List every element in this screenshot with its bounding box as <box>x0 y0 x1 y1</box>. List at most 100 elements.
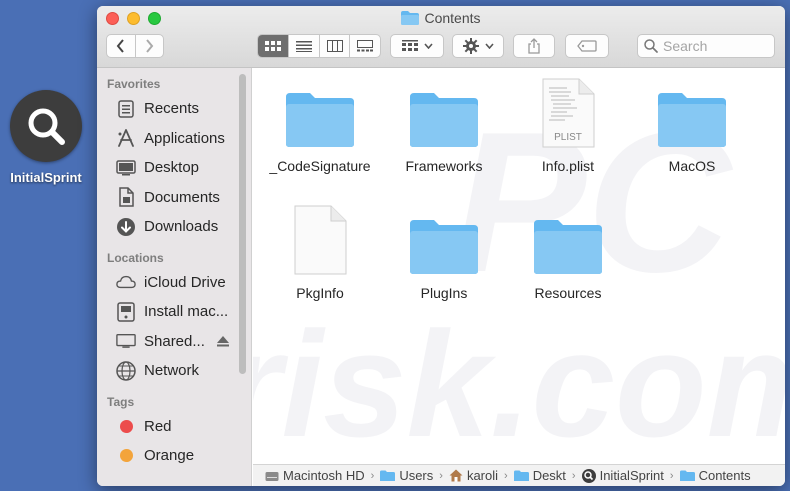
file-item-pkginfo[interactable]: PkgInfo <box>258 201 382 301</box>
path-crumb-label: Contents <box>698 468 751 483</box>
desktop-icon <box>116 158 136 178</box>
share-icon <box>528 38 540 54</box>
sidebar-item-label: Applications <box>144 129 225 147</box>
sidebar-item-label: Red <box>144 417 172 435</box>
group-grid-icon <box>401 40 418 51</box>
file-item-plugins[interactable]: PlugIns <box>382 201 506 301</box>
file-item-codesignature[interactable]: _CodeSignature <box>258 74 382 174</box>
file-name: PkgInfo <box>296 285 344 301</box>
file-name: MacOS <box>668 158 716 174</box>
icon-view-button[interactable] <box>258 35 289 57</box>
group-by-button[interactable] <box>390 34 444 58</box>
tag-icon <box>577 40 597 52</box>
sidebar-item-recents[interactable]: Recents <box>97 94 251 124</box>
sidebar-item-label: Orange <box>144 447 195 465</box>
gallery-view-button[interactable] <box>349 35 380 57</box>
file-name: PlugIns <box>420 285 468 301</box>
sidebar-item-install-mac[interactable]: Install mac... <box>97 297 251 327</box>
sidebar-scrollbar[interactable] <box>239 74 246 374</box>
window-title-text: Contents <box>424 10 481 26</box>
sidebar-item-desktop[interactable]: Desktop <box>97 153 251 183</box>
path-crumb-home[interactable]: karoli <box>449 468 498 483</box>
path-crumb-label: Macintosh HD <box>283 468 365 483</box>
sidebar-item-label: iCloud Drive <box>144 273 226 291</box>
path-crumb-label: InitialSprint <box>599 468 664 483</box>
folder-icon <box>630 74 754 158</box>
documents-icon <box>116 187 136 207</box>
grid-icon <box>265 41 282 51</box>
folder-icon <box>679 470 695 481</box>
cloud-icon <box>116 272 136 292</box>
path-separator: › <box>504 469 508 482</box>
path-bar: Macintosh HD › Users › karoli › Deskt › … <box>253 464 785 486</box>
file-item-info-plist[interactable]: PLIST Info.plist <box>506 74 630 174</box>
sidebar-item-downloads[interactable]: Downloads <box>97 212 251 242</box>
path-crumb-macintosh-hd[interactable]: Macintosh HD <box>265 468 365 483</box>
sidebar: Favorites Recents Applications Desktop D… <box>97 68 252 486</box>
applications-icon <box>116 128 136 148</box>
folder-icon <box>258 74 382 158</box>
eject-icon[interactable] <box>216 335 229 347</box>
users-folder-icon <box>380 470 396 481</box>
file-name: Frameworks <box>405 158 483 174</box>
sidebar-item-applications[interactable]: Applications <box>97 124 251 154</box>
search-input[interactable] <box>663 38 763 54</box>
gear-icon <box>462 38 479 54</box>
sidebar-item-tag-red[interactable]: Red <box>97 412 251 442</box>
document-icon <box>258 201 382 285</box>
share-button[interactable] <box>513 34 555 58</box>
plist-file-icon: PLIST <box>506 74 630 158</box>
path-crumb-desktop[interactable]: Deskt <box>513 468 566 483</box>
path-crumb-label: Deskt <box>532 468 566 483</box>
file-item-macos[interactable]: MacOS <box>630 74 754 174</box>
path-crumb-users[interactable]: Users <box>380 468 433 483</box>
tags-header: Tags <box>107 394 135 409</box>
folder-icon <box>382 74 506 158</box>
folder-icon <box>401 11 420 25</box>
view-mode-selector <box>257 34 381 58</box>
path-crumb-contents[interactable]: Contents <box>679 468 751 483</box>
sidebar-item-tag-orange[interactable]: Orange <box>97 441 251 471</box>
chevron-right-icon <box>146 39 154 53</box>
back-button[interactable] <box>107 35 135 57</box>
red-tag-dot <box>116 416 136 436</box>
action-menu-button[interactable] <box>452 34 504 58</box>
list-view-button[interactable] <box>288 35 319 57</box>
orange-tag-dot <box>116 446 136 466</box>
chevron-down-icon <box>484 43 494 49</box>
path-separator: › <box>370 469 375 482</box>
tags-button[interactable] <box>565 34 609 58</box>
sidebar-item-label: Downloads <box>144 218 219 236</box>
globe-icon <box>116 361 136 381</box>
sidebar-item-label: Recents <box>144 100 200 118</box>
file-name: Info.plist <box>541 158 595 174</box>
file-item-frameworks[interactable]: Frameworks <box>382 74 506 174</box>
sidebar-item-network[interactable]: Network <box>97 356 251 386</box>
desktop-app-icon[interactable]: InitialSprint <box>0 90 92 185</box>
magnifier-app-icon <box>10 90 82 162</box>
forward-button[interactable] <box>134 35 163 57</box>
title-bar: Contents <box>97 6 785 68</box>
sidebar-item-label: Install mac... <box>144 303 229 321</box>
display-icon <box>116 331 136 351</box>
file-item-resources[interactable]: Resources <box>506 201 630 301</box>
sidebar-item-documents[interactable]: Documents <box>97 183 251 213</box>
sidebar-item-shared[interactable]: Shared... <box>97 327 251 357</box>
favorites-header: Favorites <box>107 77 161 91</box>
sidebar-item-label: Shared... <box>144 332 205 350</box>
watermark-bottom: risk.com <box>253 300 785 464</box>
hard-drive-icon <box>265 471 279 481</box>
file-grid: PC risk.com _CodeSignature Frameworks <box>253 68 785 464</box>
home-icon <box>449 469 463 482</box>
sidebar-item-icloud-drive[interactable]: iCloud Drive <box>97 268 251 298</box>
app-search-icon <box>581 468 596 483</box>
file-name: _CodeSignature <box>269 158 371 174</box>
sidebar-item-label: Desktop <box>144 159 200 177</box>
search-field[interactable] <box>637 34 775 58</box>
chevron-left-icon <box>117 39 125 53</box>
recents-icon <box>116 99 136 119</box>
disk-icon <box>116 302 136 322</box>
column-view-button[interactable] <box>318 35 350 57</box>
path-crumb-initialsprint[interactable]: InitialSprint <box>581 468 664 483</box>
sidebar-item-label: Network <box>144 362 200 380</box>
